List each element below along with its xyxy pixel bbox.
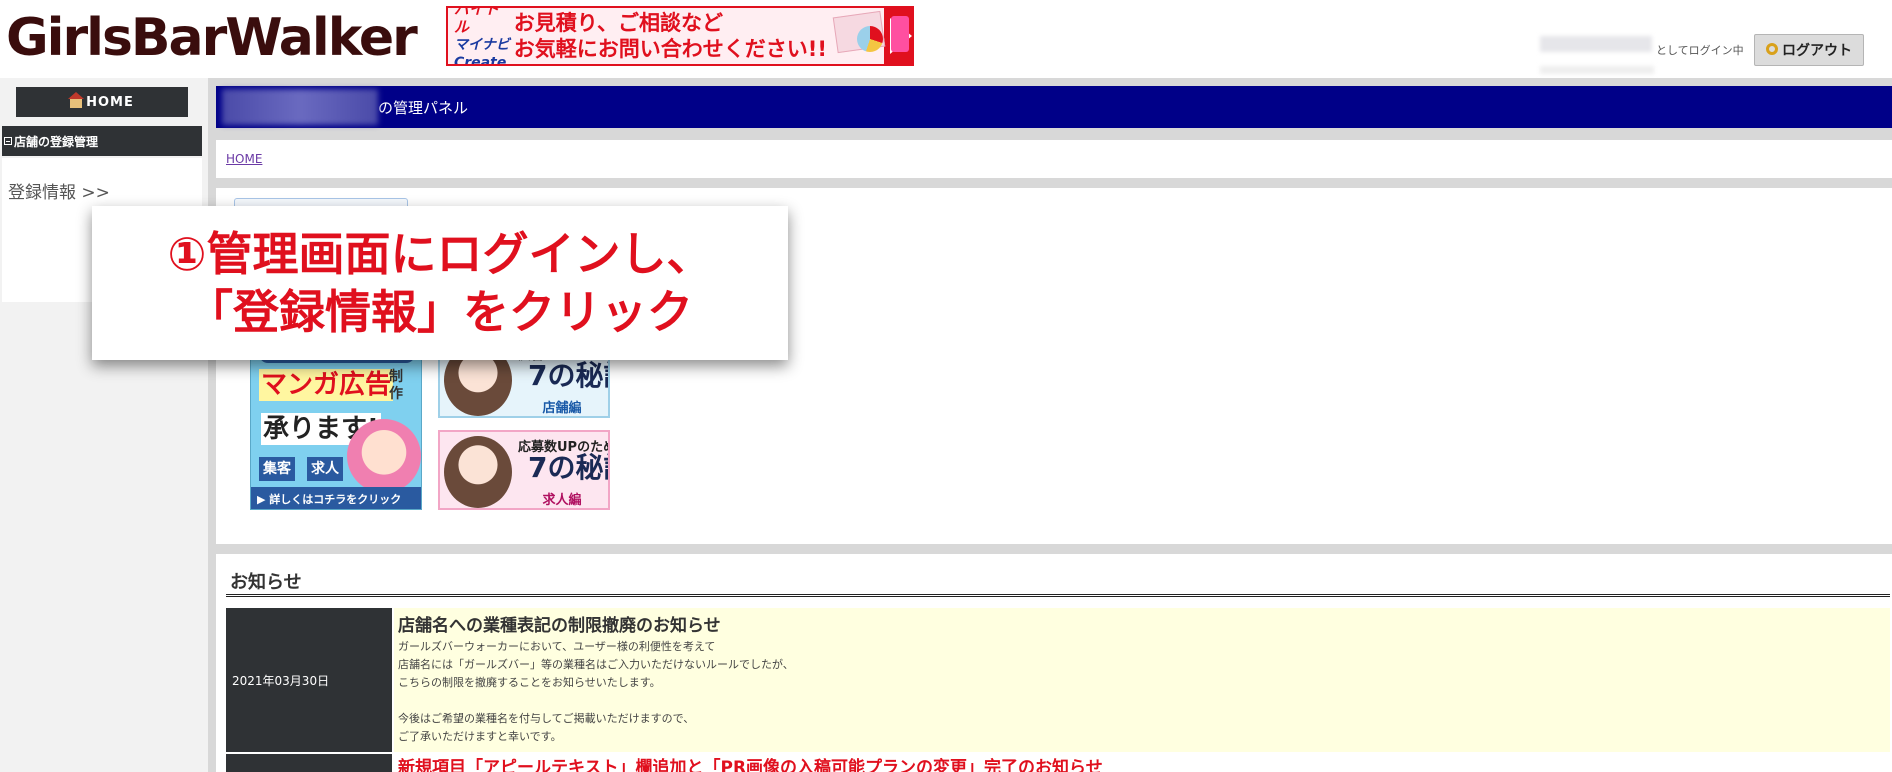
callout-line1: ①管理画面にログインし、	[167, 227, 713, 281]
banner-brand-line1: バイトル	[454, 6, 500, 36]
panel-title-suffix: の管理パネル	[378, 98, 469, 117]
pie-chart-icon	[856, 26, 883, 52]
manga-ad-line1: マンガ広告	[259, 369, 394, 401]
news-headline[interactable]: 新規項目「アピールテキスト」欄追加と「PR画像の入稿可能プランの変更」完了のお知…	[398, 756, 1886, 772]
breadcrumb-home-link[interactable]: HOME	[226, 152, 262, 166]
contact-banner[interactable]: バイトル マイナビ Create お見積り、ご相談など お気軽にお問い合わせくだ…	[446, 6, 914, 66]
key-icon	[1766, 43, 1778, 55]
banner-brand: バイトル マイナビ Create	[448, 8, 510, 64]
news-headline[interactable]: 店舗名への業種表記の制限撤廃のお知らせ	[398, 614, 1886, 638]
home-label: HOME	[86, 94, 134, 110]
banner-illustration	[827, 8, 909, 64]
manga-ad-footer: ▶ 詳しくはコチラをクリック	[251, 487, 421, 509]
recruit-tips-sub: 求人編	[542, 492, 582, 508]
panel-title-bar: の管理パネル	[216, 86, 1892, 128]
blurred-user-name	[1540, 36, 1652, 52]
house-icon	[68, 92, 85, 108]
manga-ad-tag-recruit: 求人	[307, 457, 343, 481]
manga-ad-banner[interactable]: マンガを使ってプロモーション マンガ広告 制作 承ります! 集客 求人 ▶ 詳し…	[250, 338, 422, 510]
news-section: お知らせ 2021年03月30日 店舗名への業種表記の制限撤廃のお知らせ ガール…	[216, 554, 1892, 772]
news-item: 新規項目「アピールテキスト」欄追加と「PR画像の入稿可能プランの変更」完了のお知…	[226, 754, 1890, 772]
manga-character-illustration	[347, 419, 421, 493]
collapse-icon	[4, 137, 12, 145]
shop-tips-sub: 店舗編	[542, 400, 582, 416]
woman-photo	[444, 436, 512, 508]
news-body: 店舗名への業種表記の制限撤廃のお知らせ ガールズバーウォーカーにおいて、ユーザー…	[394, 608, 1890, 752]
recruit-tips-big: 7の秘訣	[528, 451, 608, 484]
login-status-text: としてログイン中	[1656, 44, 1744, 57]
recruit-tips-banner[interactable]: 応募数UPのための 7の秘訣 求人編	[438, 430, 610, 510]
main-content: の管理パネル HOME マンガを使ってプロモーション マンガ広告 制作 承ります…	[208, 78, 1892, 772]
instruction-callout: ①管理画面にログインし、 「登録情報」をクリック	[92, 206, 788, 360]
callout-line2: 「登録情報」をクリック	[187, 285, 693, 339]
sidebar: HOME 店舗の登録管理 登録情報 >>	[0, 78, 208, 772]
news-item: 2021年03月30日 店舗名への業種表記の制限撤廃のお知らせ ガールズバーウォ…	[226, 608, 1890, 752]
news-text: ガールズバーウォーカーにおいて、ユーザー様の利便性を考えて 店舗名には「ガールズ…	[398, 640, 794, 743]
blurred-user-shadow	[1540, 66, 1654, 74]
banner-message: お見積り、ご相談など お気軽にお問い合わせください!!	[510, 10, 827, 62]
shop-tips-big: 7の秘訣	[528, 359, 608, 392]
news-divider	[226, 594, 1890, 597]
breadcrumb: HOME	[216, 140, 1892, 178]
home-button[interactable]: HOME	[16, 87, 188, 117]
manga-ad-line1-side: 制作	[389, 369, 403, 402]
news-date	[226, 754, 392, 772]
banner-message-line2: お気軽にお問い合わせください!!	[513, 37, 827, 61]
sidebar-section-label: 店舗の登録管理	[14, 134, 99, 149]
news-body: 新規項目「アピールテキスト」欄追加と「PR画像の入稿可能プランの変更」完了のお知…	[394, 754, 1890, 772]
blurred-shop-name	[222, 89, 378, 125]
phone-icon	[890, 16, 909, 52]
logout-label: ログアウト	[1782, 43, 1852, 59]
header: GirlsBarWalker バイトル マイナビ Create お見積り、ご相談…	[0, 0, 1892, 78]
sidebar-item-registration-info[interactable]: 登録情報 >>	[8, 178, 110, 203]
banner-brand-line2: マイナビ Create	[454, 37, 510, 66]
news-date: 2021年03月30日	[226, 608, 392, 752]
site-logo[interactable]: GirlsBarWalker	[6, 6, 418, 70]
sidebar-section-header[interactable]: 店舗の登録管理	[2, 126, 202, 156]
manga-ad-tag-attract: 集客	[259, 457, 295, 481]
banner-message-line1: お見積り、ご相談など	[513, 11, 723, 35]
logout-button[interactable]: ログアウト	[1754, 34, 1864, 66]
news-title: お知らせ	[230, 572, 302, 593]
